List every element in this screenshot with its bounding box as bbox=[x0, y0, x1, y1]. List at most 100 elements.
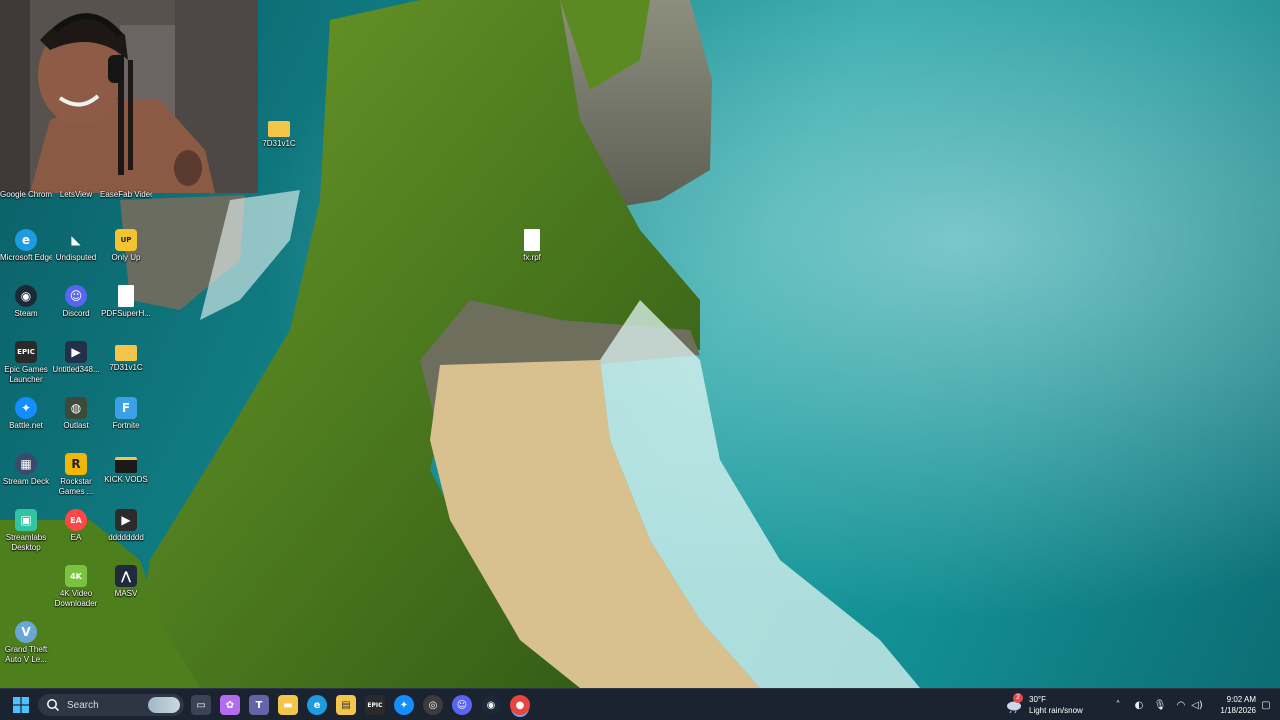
desktop-icon-undisputed[interactable]: ◣ Undisputed bbox=[50, 229, 102, 263]
desktop-icon-easefab[interactable]: EaseFab Video C... bbox=[100, 190, 152, 200]
taskbar-copilot[interactable]: ✿ bbox=[220, 695, 240, 715]
desktop-icon-microsoft-edge[interactable]: e Microsoft Edge bbox=[0, 229, 52, 263]
weather-text: 30°F Light rain/snow bbox=[1029, 694, 1083, 716]
taskbar-file-explorer[interactable]: ▬ bbox=[278, 695, 298, 715]
masv-icon: ⋀ bbox=[115, 565, 137, 587]
video-file-icon: ▶ bbox=[115, 509, 137, 531]
desktop-icon-google-chrome[interactable]: Google Chrome bbox=[0, 190, 52, 200]
search-icon bbox=[47, 699, 60, 712]
desktop-icon-label: Discord bbox=[62, 309, 90, 318]
desktop-icon-battle-net[interactable]: ✦ Battle.net bbox=[0, 397, 52, 431]
desktop-icon-kick-vods[interactable]: KICK VODS bbox=[100, 453, 152, 485]
video-file-icon: ▶ bbox=[65, 341, 87, 363]
desktop-icon-label: Outlast bbox=[63, 421, 89, 430]
taskbar-task-view[interactable]: ▭ bbox=[191, 695, 211, 715]
desktop-icon-rockstar[interactable]: R Rockstar Games ... bbox=[50, 453, 102, 497]
taskbar-edge[interactable]: e bbox=[307, 695, 327, 715]
notifications-button[interactable]: ▢ bbox=[1259, 698, 1273, 712]
desktop-icon-untitled[interactable]: ▶ Untitled348... bbox=[50, 341, 102, 375]
desktop-icon-only-up[interactable]: UP Only Up bbox=[100, 229, 152, 263]
taskbar-steam[interactable]: ◉ bbox=[481, 695, 501, 715]
clock-time: 9:02 AM bbox=[1226, 695, 1256, 704]
volume-icon: ◁) bbox=[1191, 699, 1203, 711]
desktop-icon-letsview[interactable]: LetsView bbox=[50, 190, 102, 200]
edge-icon: e bbox=[313, 699, 321, 711]
discord-icon: ☺ bbox=[65, 285, 87, 307]
desktop-icon-label: Streamlabs Desktop bbox=[5, 533, 47, 552]
folder-icon: ▬ bbox=[283, 699, 293, 711]
desktop-icon-label: KICK VODS bbox=[104, 475, 148, 484]
desktop-icon-label: Untitled348... bbox=[52, 365, 100, 374]
taskbar-battle-net[interactable]: ✦ bbox=[394, 695, 414, 715]
taskbar-discord[interactable]: ☺ bbox=[452, 695, 472, 715]
weather-description: Light rain/snow bbox=[1029, 706, 1083, 715]
weather-widget[interactable]: 2 30°F Light rain/snow bbox=[1005, 693, 1083, 717]
desktop-icon-7d31v1c-folder[interactable]: 7D31v1C bbox=[100, 341, 152, 373]
desktop-icon-masv[interactable]: ⋀ MASV bbox=[100, 565, 152, 599]
desktop-icon-label: LetsView bbox=[59, 190, 93, 199]
undisputed-icon: ◣ bbox=[71, 233, 81, 247]
desktop-icon-outlast[interactable]: ◍ Outlast bbox=[50, 397, 102, 431]
chrome-icon: ● bbox=[515, 699, 525, 711]
obs-icon: ◎ bbox=[428, 699, 438, 711]
search-highlight-icon bbox=[148, 697, 180, 713]
clock-date: 1/18/2026 bbox=[1220, 706, 1256, 715]
desktop-icon-pdfsuper[interactable]: PDFSuperH... bbox=[100, 285, 152, 319]
stream-deck-icon: ▦ bbox=[15, 453, 37, 475]
discord-icon: ☺ bbox=[456, 699, 468, 711]
file-icon bbox=[524, 229, 540, 251]
folder-icon bbox=[268, 121, 290, 137]
desktop-icon-discord[interactable]: ☺ Discord bbox=[50, 285, 102, 319]
desktop-icon-label: Undisputed bbox=[55, 253, 97, 262]
desktop-icon-label: Battle.net bbox=[9, 421, 43, 430]
windows-logo-icon bbox=[13, 697, 29, 713]
taskbar-epic-games[interactable]: EPIC bbox=[365, 695, 385, 715]
gta-icon: V bbox=[15, 621, 37, 643]
taskbar-obs[interactable]: ◎ bbox=[423, 695, 443, 715]
show-hidden-icons-button[interactable]: ˄ bbox=[1111, 698, 1125, 712]
taskbar-store[interactable]: ▤ bbox=[336, 695, 356, 715]
desktop-icon-label: Rockstar Games ... bbox=[58, 477, 94, 496]
desktop-icon-7d31v1c-folder-loose[interactable]: 7D31v1C bbox=[253, 117, 305, 149]
desktop-icon-dddddddd[interactable]: ▶ dddddddd bbox=[100, 509, 152, 543]
chevron-up-icon: ˄ bbox=[1115, 699, 1121, 711]
taskbar-clock[interactable]: 9:02 AM 1/18/2026 bbox=[1204, 694, 1256, 716]
desktop-icon-steam[interactable]: ◉ Steam bbox=[0, 285, 52, 319]
desktop-icon-label: 4K Video Downloader bbox=[54, 589, 98, 608]
desktop-icon-epic-games[interactable]: EPIC Epic Games Launcher bbox=[0, 341, 52, 385]
desktop-icon-streamlabs[interactable]: ▣ Streamlabs Desktop bbox=[0, 509, 52, 553]
desktop-icon-label: Microsoft Edge bbox=[0, 253, 52, 262]
teams-icon: T bbox=[255, 699, 263, 711]
desktop-icon-label: 7D31v1C bbox=[262, 139, 296, 148]
taskbar-teams[interactable]: T bbox=[249, 695, 269, 715]
desktop-icon-label: Epic Games Launcher bbox=[4, 365, 48, 384]
rockstar-icon: R bbox=[65, 453, 87, 475]
desktop-icon-ea[interactable]: EA EA bbox=[50, 509, 102, 543]
desktop-icon-fx-rpf[interactable]: fx.rpf bbox=[506, 229, 558, 263]
weather-icon: 2 bbox=[1005, 693, 1023, 714]
tray-app-icon[interactable]: ◐ bbox=[1132, 698, 1146, 712]
epic-games-icon: EPIC bbox=[15, 341, 37, 363]
taskbar-search-box[interactable]: Search bbox=[38, 694, 184, 716]
desktop-icon-label: Google Chrome bbox=[0, 190, 52, 199]
taskbar: Search ▭ ✿ T ▬ e ▤ EPIC ✦ ◎ ☺ ◉ ● 2 30°F… bbox=[0, 688, 1280, 720]
desktop-icon-4k-video[interactable]: 4K 4K Video Downloader bbox=[50, 565, 102, 609]
desktop-icon-label: 7D31v1C bbox=[109, 363, 143, 372]
steam-icon: ◉ bbox=[486, 699, 496, 711]
desktop-icon-label: fx.rpf bbox=[523, 253, 541, 262]
desktop-icon-label: MASV bbox=[114, 589, 138, 598]
start-button[interactable] bbox=[11, 695, 31, 715]
desktop-icon-fortnite[interactable]: F Fortnite bbox=[100, 397, 152, 431]
desktop-icon-label: Stream Deck bbox=[2, 477, 50, 486]
tray-microphone[interactable]: 🎙 bbox=[1153, 698, 1167, 712]
ea-icon: EA bbox=[65, 509, 87, 531]
desktop-icon-stream-deck[interactable]: ▦ Stream Deck bbox=[0, 453, 52, 487]
desktop-icon-label: Fortnite bbox=[112, 421, 140, 430]
taskbar-chrome[interactable]: ● bbox=[510, 695, 530, 715]
tray-volume[interactable]: ◁) bbox=[1190, 698, 1204, 712]
edge-tray-icon: ◐ bbox=[1134, 699, 1144, 711]
tray-network[interactable]: ◠ bbox=[1174, 698, 1188, 712]
4k-video-icon: 4K bbox=[65, 565, 87, 587]
desktop-icon-gta[interactable]: V Grand Theft Auto V Le... bbox=[0, 621, 52, 665]
file-icon bbox=[118, 285, 134, 307]
